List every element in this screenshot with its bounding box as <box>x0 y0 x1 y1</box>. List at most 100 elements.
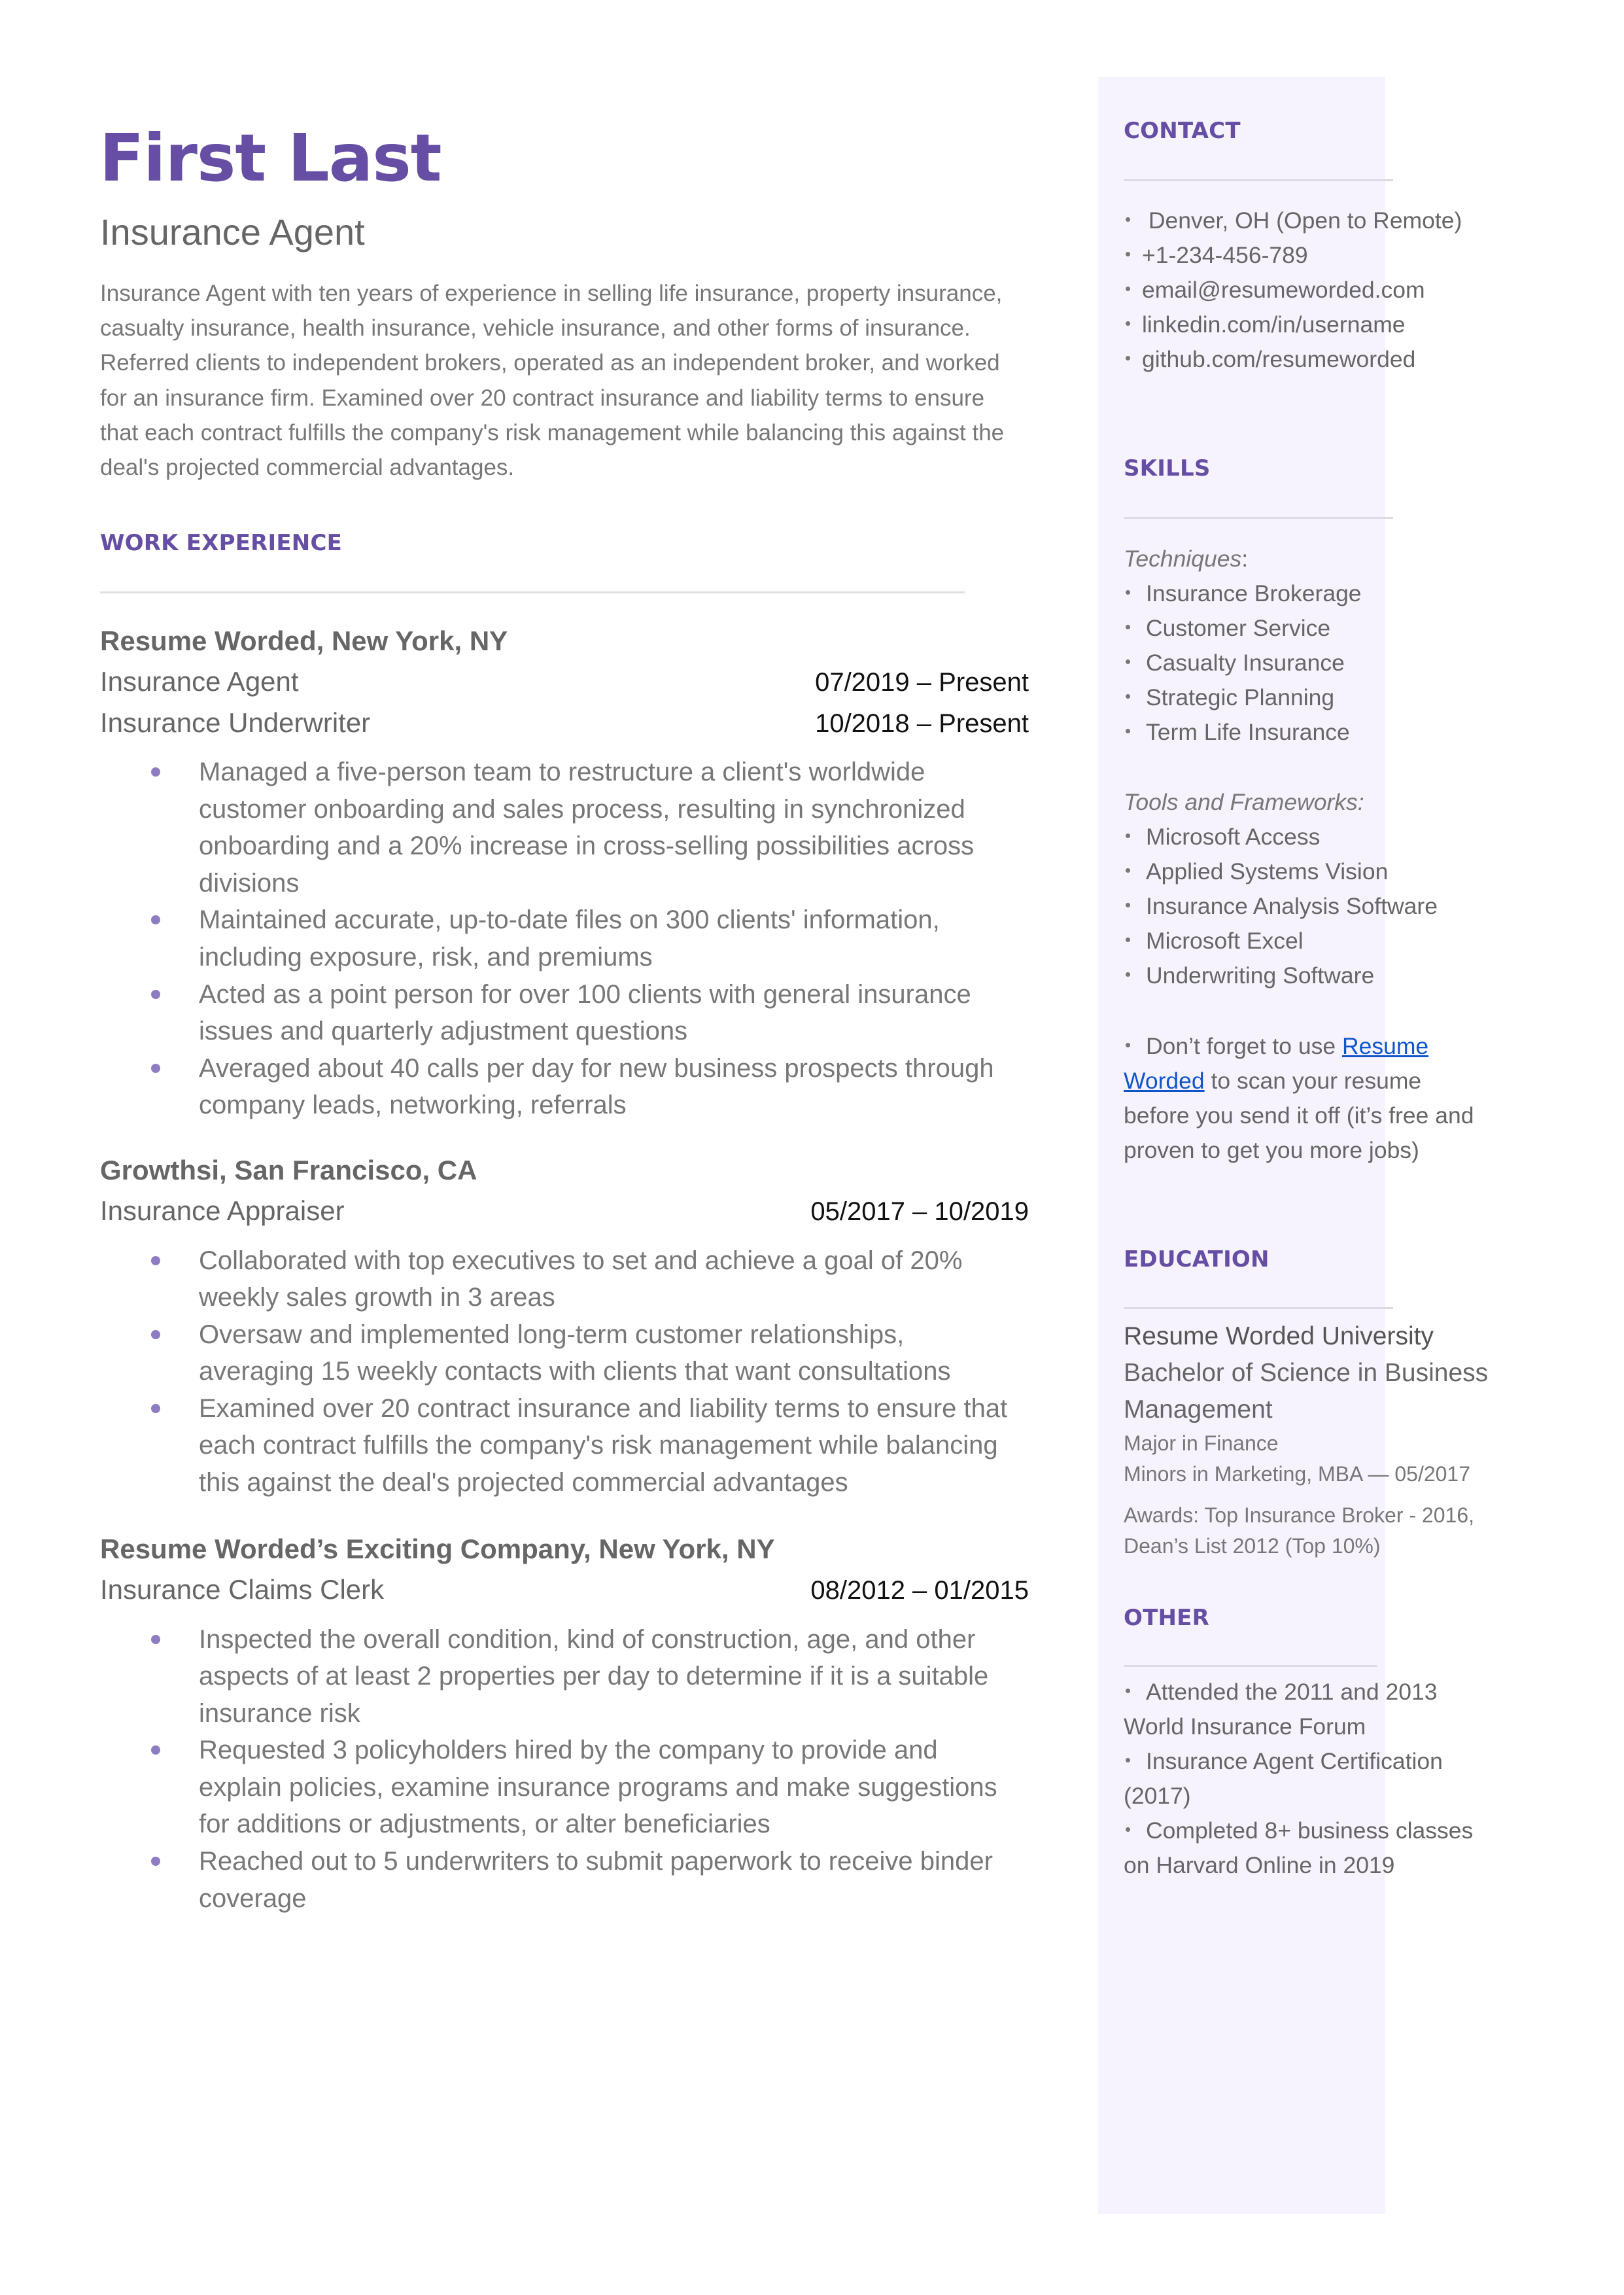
bullet-dot-icon <box>1126 659 1130 665</box>
bullet-item: Oversaw and implemented long-term custom… <box>100 1316 1029 1390</box>
other-line: Insurance Agent Certification <box>1124 1744 1473 1779</box>
bullet-dot-icon <box>151 1403 160 1413</box>
skill-text: Applied Systems Vision <box>1146 858 1389 885</box>
skill-text: Insurance Brokerage <box>1146 580 1362 606</box>
bullet-dot-icon <box>151 1329 160 1339</box>
bullet-dot-icon <box>1126 625 1130 630</box>
bullet-line: customer onboarding and sales process, r… <box>199 794 965 824</box>
bullet-dot-icon <box>1126 252 1130 257</box>
email-link[interactable]: email@resumeworded.com <box>1142 277 1425 303</box>
summary: Insurance Agent with ten years of experi… <box>100 276 1081 485</box>
label-colon: : <box>1241 546 1249 572</box>
job-entry: Resume Worded, New York, NY Insurance Ag… <box>100 621 1029 1124</box>
other-text: Attended the 2011 and 2013 <box>1146 1679 1438 1705</box>
bullet-dot-icon <box>1126 972 1130 977</box>
bullet-item: Maintained accurate, up-to-date files on… <box>100 902 1029 975</box>
job-entry: Growthsi, San Francisco, CA Insurance Ap… <box>100 1150 1029 1501</box>
skill-item: Applied Systems Vision <box>1124 854 1438 889</box>
bullet-line: issues and quarterly adjustment question… <box>199 1017 688 1046</box>
other-item: Insurance Agent Certification (2017) <box>1124 1744 1473 1813</box>
candidate-name: First Last <box>99 120 442 196</box>
skill-item: Term Life Insurance <box>1124 715 1362 750</box>
education-heading: EDUCATION <box>1124 1246 1270 1272</box>
job-entry: Resume Worded’s Exciting Company, New Yo… <box>100 1529 1029 1917</box>
job-role-row: Insurance Underwriter 10/2018 – Present <box>100 703 1029 744</box>
skill-text: Customer Service <box>1146 615 1331 641</box>
bullet-line: Examined over 20 contract insurance and … <box>199 1393 1008 1423</box>
tip-text: to scan your resume <box>1204 1068 1422 1094</box>
job-bullets: Managed a five-person team to restructur… <box>100 754 1029 1124</box>
job-role-row: Insurance Appraiser 05/2017 – 10/2019 <box>100 1191 1029 1232</box>
contact-location: Denver, OH (Open to Remote) <box>1124 203 1462 238</box>
skill-item: Strategic Planning <box>1124 680 1362 715</box>
contact-phone[interactable]: +1-234-456-789 <box>1124 238 1462 273</box>
summary-line: for an insurance firm. Examined over 20 … <box>100 385 985 411</box>
bullet-item: Requested 3 policyholders hired by the c… <box>100 1732 1029 1843</box>
section-divider <box>1124 517 1393 519</box>
resume-worded-link[interactable]: Resume <box>1342 1033 1428 1059</box>
skill-item: Insurance Brokerage <box>1124 576 1362 611</box>
skills-heading: SKILLS <box>1124 455 1211 482</box>
contact-email[interactable]: email@resumeworded.com <box>1124 273 1462 307</box>
bullet-dot-icon <box>1126 321 1130 326</box>
contact-text: Denver, OH (Open to Remote) <box>1142 207 1462 234</box>
bullet-line: company leads, networking, referrals <box>199 1091 627 1120</box>
resume-worded-link[interactable]: Worded <box>1124 1068 1205 1094</box>
other-line: World Insurance Forum <box>1124 1713 1366 1740</box>
job-role-row: Insurance Claims Clerk 08/2012 – 01/2015 <box>100 1569 1029 1611</box>
bullet-item: Inspected the overall condition, kind of… <box>100 1621 1029 1732</box>
bullet-line: Acted as a point person for over 100 cli… <box>199 979 971 1009</box>
tip-text: Don’t forget to use <box>1146 1033 1342 1059</box>
phone-link[interactable]: +1-234-456-789 <box>1142 242 1308 268</box>
job-role: Insurance Appraiser <box>100 1195 345 1226</box>
skill-text: Term Life Insurance <box>1146 719 1350 745</box>
bullet-line: Averaged about 40 calls per day for new … <box>199 1053 994 1083</box>
job-role: Insurance Underwriter <box>100 707 371 738</box>
bullet-line: aspects of at least 2 properties per day… <box>199 1662 989 1691</box>
bullet-dot-icon <box>1126 694 1130 699</box>
other-list: Attended the 2011 and 2013 World Insuran… <box>1124 1675 1473 1883</box>
degree: Bachelor of Science in Business <box>1124 1359 1489 1387</box>
bullet-dot-icon <box>1126 868 1130 873</box>
other-line: on Harvard Online in 2019 <box>1124 1852 1395 1878</box>
bullet-line: Oversaw and implemented long-term custom… <box>199 1320 905 1349</box>
bullet-item: Collaborated with top executives to set … <box>100 1242 1029 1316</box>
skill-item: Customer Service <box>1124 611 1362 646</box>
bullet-line: insurance risk <box>199 1698 360 1728</box>
job-dates: 07/2019 – Present <box>815 668 1029 697</box>
bullet-dot-icon <box>1126 217 1130 222</box>
school-name: Resume Worded University <box>1124 1322 1434 1350</box>
education-entry: Resume Worded University Bachelor of Sci… <box>1124 1318 1488 1562</box>
job-role-row: Insurance Agent 07/2019 – Present <box>100 661 1029 703</box>
bullet-line: this against the deal's projected commer… <box>199 1468 848 1498</box>
bullet-item: Reached out to 5 underwriters to submit … <box>100 1843 1029 1917</box>
bullet-dot-icon <box>151 915 160 925</box>
bullet-line: averaging 15 weekly contacts with client… <box>199 1357 951 1386</box>
bullet-dot-icon <box>1126 937 1130 943</box>
bullet-dot-icon <box>151 1634 160 1644</box>
minors: Minors in Marketing, MBA — 05/2017 <box>1124 1462 1471 1486</box>
linkedin-link[interactable]: linkedin.com/in/username <box>1142 311 1406 338</box>
bullet-dot-icon <box>1126 1043 1130 1048</box>
bullet-dot-icon <box>1126 1689 1130 1694</box>
work-experience-heading: WORK EXPERIENCE <box>100 530 343 556</box>
bullet-line: each contract fulfills the company's ris… <box>199 1431 998 1460</box>
contact-linkedin[interactable]: linkedin.com/in/username <box>1124 307 1462 342</box>
bullet-line: Inspected the overall condition, kind of… <box>199 1624 976 1654</box>
bullet-dot-icon <box>1126 590 1130 595</box>
bullet-item: Managed a five-person team to restructur… <box>100 754 1029 902</box>
degree: Management <box>1124 1395 1273 1424</box>
bullet-line: Maintained accurate, up-to-date files on… <box>199 905 940 935</box>
skill-item: Insurance Analysis Software <box>1124 889 1438 924</box>
job-bullets: Collaborated with top executives to set … <box>100 1242 1029 1501</box>
contact-github[interactable]: github.com/resumeworded <box>1124 342 1462 377</box>
skills-group-label: Tools and Frameworks: <box>1124 785 1438 820</box>
bullet-line: Collaborated with top executives to set … <box>199 1246 963 1275</box>
skill-text: Casualty Insurance <box>1146 650 1345 676</box>
bullet-dot-icon <box>1126 356 1130 361</box>
summary-line: Referred clients to independent brokers,… <box>100 350 1000 376</box>
github-link[interactable]: github.com/resumeworded <box>1142 346 1415 372</box>
skill-text: Strategic Planning <box>1146 684 1335 710</box>
bullet-line: onboarding and a 20% increase in cross-s… <box>199 832 975 861</box>
awards: Dean’s List 2012 (Top 10%) <box>1124 1534 1381 1558</box>
